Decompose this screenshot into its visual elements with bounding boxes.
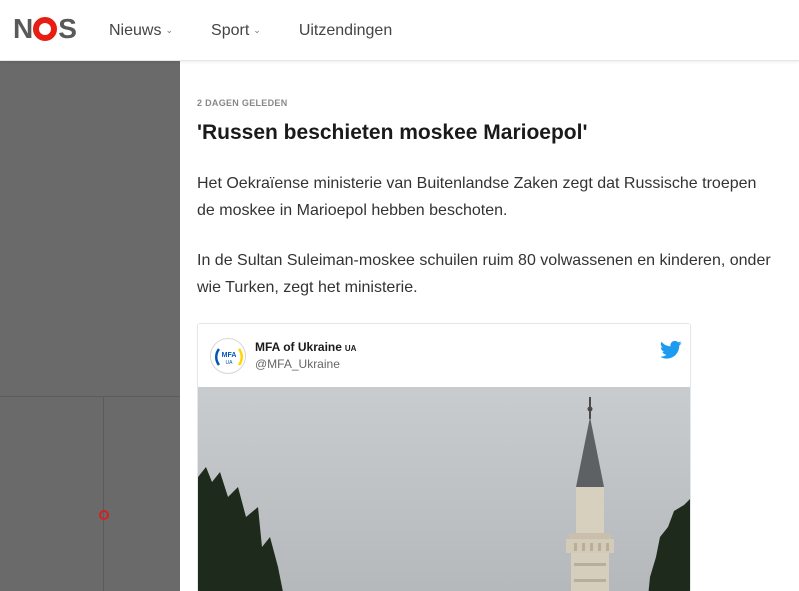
entry-timestamp: 2 DAGEN GELEDEN <box>197 98 288 108</box>
entry-paragraph: Het Oekraïense ministerie van Buitenland… <box>197 175 757 219</box>
nav-label: Sport <box>211 21 250 39</box>
nos-logo[interactable]: NS <box>13 13 77 44</box>
timeline-marker[interactable] <box>99 510 109 520</box>
mfa-logo-icon: MFA UA <box>215 348 243 366</box>
nav-item-nieuws[interactable]: Nieuws ⌄ <box>109 22 173 40</box>
chevron-down-icon: ⌄ <box>165 25 174 35</box>
twitter-bird-icon[interactable] <box>660 340 682 360</box>
tweet-photo[interactable] <box>198 387 691 591</box>
nav-label: Uitzendingen <box>298 21 393 39</box>
tweet-handle[interactable]: @MFA_Ukraine <box>255 357 340 371</box>
main-nav: Nieuws ⌄ Sport ⌄ Uitzendingen <box>109 0 430 61</box>
tweet-author-name: MFA of Ukraine <box>255 340 342 354</box>
side-panel <box>0 61 180 591</box>
divider-vertical <box>103 396 104 591</box>
tweet-author[interactable]: MFA of Ukraine UA <box>255 340 356 354</box>
embedded-tweet[interactable]: MFA UA MFA of Ukraine UA @MFA_Ukraine <box>197 323 691 591</box>
tweet-header: MFA UA MFA of Ukraine UA @MFA_Ukraine <box>198 324 690 387</box>
entry-title: 'Russen beschieten moskee Marioepol' <box>197 121 588 144</box>
logo-o <box>33 17 58 41</box>
avatar-text: MFA <box>222 352 237 359</box>
nav-label: Nieuws <box>109 21 162 39</box>
nav-item-uitzendingen[interactable]: Uitzendingen <box>299 22 392 40</box>
nav-item-sport[interactable]: Sport ⌄ <box>211 22 261 40</box>
site-header: NS Nieuws ⌄ Sport ⌄ Uitzendingen <box>0 0 799 61</box>
entry-paragraph: In de Sultan Suleiman-moskee schuilen ru… <box>197 252 771 296</box>
avatar[interactable]: MFA UA <box>210 338 246 374</box>
avatar-sub: UA <box>226 360 234 366</box>
flag-badge: UA <box>344 344 357 353</box>
chevron-down-icon: ⌄ <box>253 25 261 35</box>
divider-horizontal <box>0 396 180 397</box>
